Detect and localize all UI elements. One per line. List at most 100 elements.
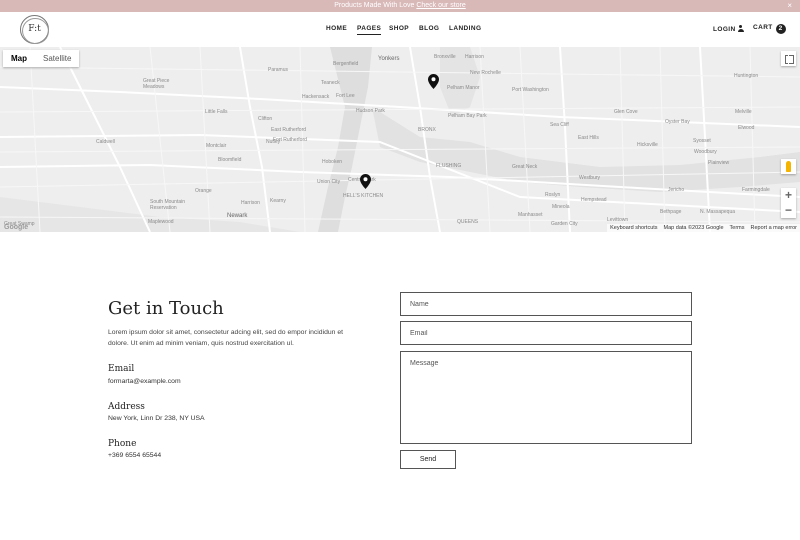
close-icon[interactable]: × (787, 0, 792, 12)
zoom-out-button[interactable]: − (781, 203, 796, 218)
map-label-montclair: Montclair (206, 143, 227, 149)
map-label-hicksville: Hicksville (637, 142, 658, 148)
map-label-pelham-bay-park: Pelham Bay Park (448, 113, 487, 119)
keyboard-shortcuts-link[interactable]: Keyboard shortcuts (607, 224, 660, 232)
report-error-link[interactable]: Report a map error (748, 224, 800, 232)
map-label-harrison-ny: Harrison (465, 54, 484, 60)
map-label-clifton: Clifton (258, 116, 273, 122)
map-label-pelham-manor: Pelham Manor (447, 85, 480, 91)
google-logo: Google (4, 224, 29, 231)
map-label-bergenfield: Bergenfield (333, 61, 359, 67)
announcement-text: Products Made With Love (334, 2, 415, 9)
email-field[interactable] (400, 321, 692, 345)
logo-text: F:t (28, 24, 41, 34)
map-label-yonkers: Yonkers (378, 56, 400, 62)
fullscreen-button[interactable] (781, 51, 796, 66)
map-label-caldwell: Caldwell (96, 139, 115, 145)
nav-pages[interactable]: PAGES (357, 25, 382, 35)
map-label-paramus: Paramus (268, 67, 289, 73)
map-type-satellite-button[interactable]: Satellite (35, 50, 79, 67)
map-label-manhasset: Manhasset (518, 212, 543, 218)
map-label-teaneck: Teaneck (321, 80, 340, 86)
map-label-hackensack: Hackensack (302, 94, 330, 100)
cart-label: CART (753, 24, 773, 31)
login-link[interactable]: LOGIN (713, 25, 744, 33)
map-label-fort-rutherford: Fort Rutherford (273, 137, 307, 143)
map-roads (0, 47, 800, 232)
cart-link[interactable]: CART 2 (753, 24, 786, 34)
nav-landing[interactable]: LANDING (449, 25, 481, 32)
user-icon (737, 25, 744, 32)
map-label-sea-cliff: Sea Cliff (550, 122, 569, 128)
email-heading: Email (108, 364, 135, 374)
map-label-glen-cove: Glen Cove (614, 109, 638, 115)
pegman-icon (786, 161, 791, 172)
map-label-queens: QUEENS (457, 219, 479, 225)
map-label-jericho: Jericho (668, 187, 685, 193)
map-label-hudson-park: Hudson Park (356, 108, 385, 114)
map-label-mineola: Mineola (552, 204, 570, 210)
email-value[interactable]: formarta@example.com (108, 378, 181, 385)
phone-value[interactable]: +369 6554 65544 (108, 452, 161, 459)
google-map[interactable]: Yonkers Bronxville Pelham Manor Pelham B… (0, 47, 800, 232)
map-attribution: Keyboard shortcuts Map data ©2023 Google… (607, 224, 800, 232)
map-label-flushing: FLUSHING (436, 163, 462, 169)
map-label-bronxville: Bronxville (434, 54, 456, 60)
map-label-bronx: BRONX (418, 127, 436, 133)
phone-heading: Phone (108, 439, 137, 449)
map-label-hoboken: Hoboken (322, 159, 343, 165)
message-field[interactable] (400, 351, 692, 444)
nav-home[interactable]: HOME (326, 25, 347, 32)
nav-shop[interactable]: SHOP (389, 25, 409, 32)
map-data-text: Map data ©2023 Google (663, 225, 724, 231)
logo[interactable]: F:t (20, 15, 49, 44)
zoom-in-button[interactable]: + (781, 188, 796, 203)
nav-blog[interactable]: BLOG (419, 25, 439, 32)
map-label-syosset: Syosset (693, 138, 711, 144)
map-label-harrison: Harrison (241, 200, 260, 206)
map-label-newark: Newark (227, 213, 248, 219)
map-type-map-button[interactable]: Map (3, 50, 35, 67)
map-label-kearny: Kearny (270, 198, 286, 204)
terms-link[interactable]: Terms (727, 224, 748, 232)
zoom-control: + − (781, 188, 796, 218)
map-label-hells-kitchen: HELL'S KITCHEN (343, 193, 384, 199)
map-label-huntington: Huntington (734, 73, 759, 79)
map-label-elwood: Elwood (738, 125, 755, 131)
map-label-westbury: Westbury (579, 175, 601, 181)
map-label-melville: Melville (735, 109, 752, 115)
send-button[interactable]: Send (400, 450, 456, 469)
announcement-bar: Products Made With Love Check our store … (0, 0, 800, 12)
map-label-maplewood: Maplewood (148, 219, 174, 225)
map-label-orange: Orange (195, 188, 212, 194)
login-label: LOGIN (713, 26, 736, 33)
name-field[interactable] (400, 292, 692, 316)
map-label-farmingdale: Farmingdale (742, 187, 770, 193)
map-label-levittown: Levittown (607, 217, 629, 223)
map-pin-icon[interactable] (360, 174, 371, 189)
cart-count-badge: 2 (775, 24, 786, 34)
map-label-plainview: Plainview (708, 160, 730, 166)
street-view-pegman[interactable] (781, 159, 796, 174)
map-label-garden-city: Garden City (551, 221, 578, 227)
map-label-great-neck: Great Neck (512, 164, 538, 170)
address-value: New York, Linn Dr 238, NY USA (108, 415, 205, 422)
fullscreen-icon (781, 51, 796, 66)
map-label-roslyn: Roslyn (545, 192, 561, 198)
map-label-union-city: Union City (317, 179, 341, 185)
map-label-north-massapequa: N. Massapequa (700, 209, 736, 215)
map-label-south-mountain: South Mountain Reservation (150, 199, 186, 211)
announcement-link[interactable]: Check our store (416, 2, 465, 9)
map-pin-icon[interactable] (428, 74, 439, 89)
contact-description: Lorem ipsum dolor sit amet, consectetur … (108, 329, 343, 347)
map-label-great-piece-meadows: Great Piece Meadows (143, 78, 170, 90)
map-label-little-falls: Little Falls (205, 109, 228, 115)
map-label-oyster-bay: Oyster Bay (665, 119, 690, 125)
map-label-east-rutherford: East Rutherford (271, 127, 307, 133)
map-label-woodbury: Woodbury (694, 149, 717, 155)
map-label-bloomfield: Bloomfield (218, 157, 242, 163)
map-label-east-hills: East Hills (578, 135, 599, 141)
address-heading: Address (108, 402, 145, 412)
site-header: F:t HOME PAGES SHOP BLOG LANDING LOGIN C… (0, 12, 800, 47)
map-label-bethpage: Bethpage (660, 209, 682, 215)
